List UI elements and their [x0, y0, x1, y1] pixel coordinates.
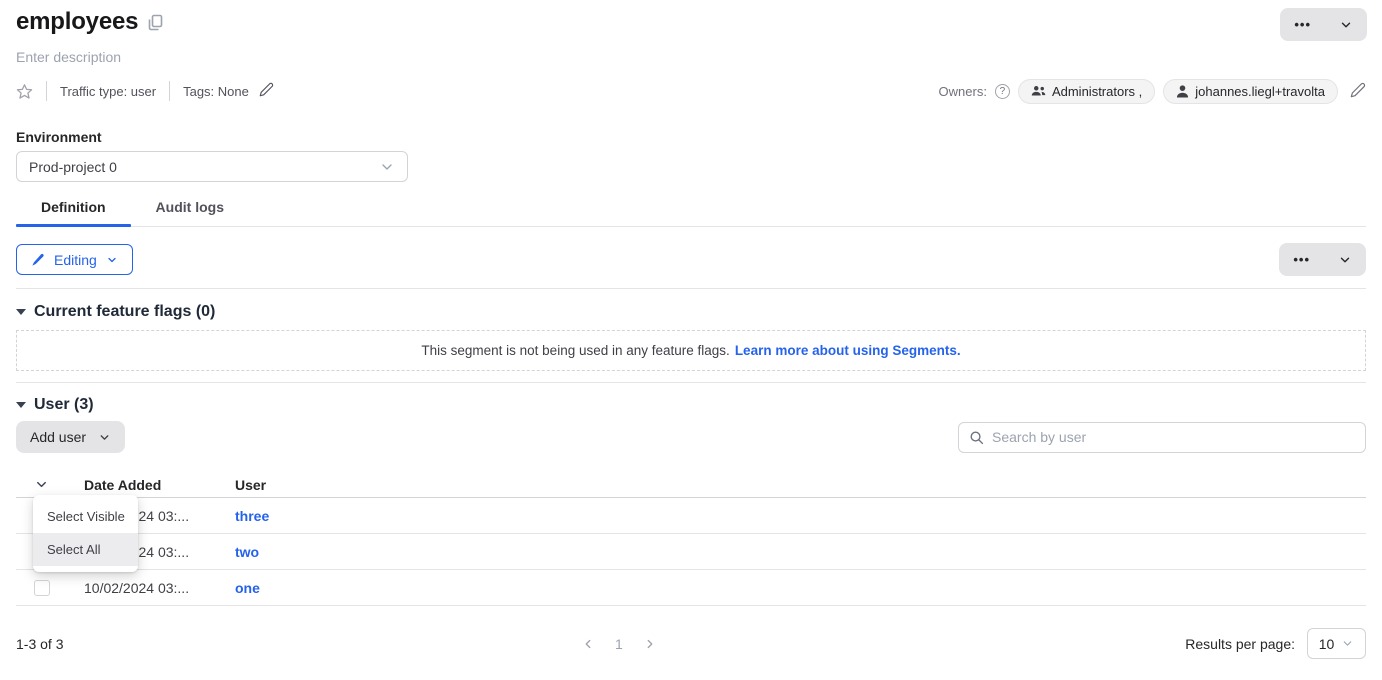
editing-mode-button[interactable]: Editing — [16, 244, 133, 275]
group-icon — [1031, 85, 1046, 97]
feature-flags-empty-state: This segment is not being used in any fe… — [16, 330, 1366, 371]
chevron-down-icon — [98, 431, 111, 444]
empty-state-message: This segment is not being used in any fe… — [421, 343, 729, 358]
edit-owners-pencil-icon[interactable] — [1350, 82, 1366, 101]
table-header-row: Date Added User — [16, 472, 1366, 498]
meta-row: Traffic type: user Tags: None Owners: ? … — [16, 79, 1366, 103]
owners-label: Owners: — [939, 84, 987, 99]
column-header-date-added[interactable]: Date Added — [84, 477, 235, 493]
collapse-triangle-icon — [16, 309, 26, 315]
menu-item-select-all[interactable]: Select All — [33, 533, 138, 566]
add-user-label: Add user — [30, 429, 86, 445]
definition-actions-button-group: ••• — [1279, 243, 1366, 276]
user-link[interactable]: two — [235, 544, 259, 560]
results-per-page-value: 10 — [1319, 636, 1335, 652]
environment-select[interactable]: Prod-project 0 — [16, 151, 408, 182]
more-options-icon[interactable]: ••• — [1280, 8, 1325, 41]
tags-label: Tags: None — [183, 84, 249, 99]
editing-label: Editing — [54, 252, 97, 268]
divider — [169, 81, 170, 101]
actions-chevron-down-icon[interactable] — [1325, 8, 1367, 41]
more-options-icon[interactable]: ••• — [1279, 243, 1324, 276]
row-checkbox[interactable] — [34, 580, 50, 596]
page-title: employees — [16, 8, 138, 36]
results-per-page-select[interactable]: 10 — [1307, 628, 1366, 659]
owner-chip-label: johannes.liegl+travolta — [1195, 84, 1325, 99]
owner-chip-label: Administrators , — [1052, 84, 1142, 99]
segment-actions: ••• — [1280, 8, 1367, 41]
edit-tags-pencil-icon[interactable] — [259, 82, 274, 100]
row-date: 10/02/2024 03:... — [84, 580, 235, 596]
environment-label: Environment — [16, 129, 1366, 145]
actions-chevron-down-icon[interactable] — [1324, 243, 1366, 276]
divider — [16, 382, 1366, 383]
owners-row: Owners: ? Administrators , johannes.lieg… — [939, 79, 1366, 104]
favorite-star-icon[interactable] — [16, 83, 33, 100]
column-header-user[interactable]: User — [235, 477, 1366, 493]
select-dropdown-menu: Select Visible Select All — [33, 495, 138, 572]
results-range-label: 1-3 of 3 — [16, 636, 63, 652]
environment-selected-value: Prod-project 0 — [29, 159, 117, 175]
feature-flags-section-title: Current feature flags (0) — [34, 303, 215, 321]
tab-bar: Definition Audit logs — [16, 199, 1366, 227]
owner-chip-user[interactable]: johannes.liegl+travolta — [1163, 79, 1338, 104]
traffic-type-label: Traffic type: user — [60, 84, 156, 99]
results-per-page: Results per page: 10 — [1185, 628, 1366, 659]
title-row: employees — [16, 0, 1366, 36]
select-menu-chevron-icon[interactable] — [34, 477, 49, 492]
pagination: 1 — [581, 627, 657, 660]
owner-chip-administrators[interactable]: Administrators , — [1018, 79, 1155, 104]
user-section-title: User (3) — [34, 396, 94, 414]
collapse-triangle-icon — [16, 402, 26, 408]
previous-page-icon[interactable] — [581, 637, 595, 651]
user-controls-row: Add user — [16, 421, 1366, 453]
tab-definition[interactable]: Definition — [16, 199, 131, 226]
search-by-user-input[interactable] — [992, 429, 1355, 445]
chevron-down-icon — [1341, 637, 1354, 650]
user-link[interactable]: one — [235, 580, 260, 596]
user-table: Date Added User 10/02/2024 03:... three … — [16, 472, 1366, 606]
learn-more-link[interactable]: Learn more about using Segments. — [735, 343, 961, 358]
pencil-icon — [31, 253, 45, 267]
segment-detail-page: employees ••• Enter description Traffic … — [0, 0, 1382, 680]
search-icon — [969, 430, 984, 445]
results-per-page-label: Results per page: — [1185, 636, 1295, 652]
owners-help-icon[interactable]: ? — [995, 84, 1010, 99]
chevron-down-icon — [379, 159, 395, 175]
table-row: 10/02/2024 03:... one — [16, 570, 1366, 606]
copy-icon[interactable] — [148, 14, 163, 31]
meta-left: Traffic type: user Tags: None — [16, 81, 274, 101]
segment-actions-button-group: ••• — [1280, 8, 1367, 41]
description-placeholder[interactable]: Enter description — [16, 49, 1366, 65]
user-link[interactable]: three — [235, 508, 269, 524]
current-page-number[interactable]: 1 — [615, 636, 623, 652]
table-footer: 1-3 of 3 1 Results per page: 10 — [16, 627, 1366, 660]
chevron-down-icon — [106, 254, 118, 266]
divider — [16, 288, 1366, 289]
table-row: 10/02/2024 03:... two — [16, 534, 1366, 570]
feature-flags-section-header[interactable]: Current feature flags (0) — [16, 303, 1366, 321]
menu-item-select-visible[interactable]: Select Visible — [33, 500, 138, 533]
person-icon — [1176, 85, 1189, 98]
tab-audit-logs[interactable]: Audit logs — [131, 199, 249, 226]
table-row: 10/02/2024 03:... three — [16, 498, 1366, 534]
next-page-icon[interactable] — [643, 637, 657, 651]
add-user-button[interactable]: Add user — [16, 421, 125, 453]
user-section-header[interactable]: User (3) — [16, 396, 1366, 414]
divider — [46, 81, 47, 101]
definition-toolbar: Editing ••• — [16, 243, 1366, 276]
user-search-box — [958, 422, 1366, 453]
